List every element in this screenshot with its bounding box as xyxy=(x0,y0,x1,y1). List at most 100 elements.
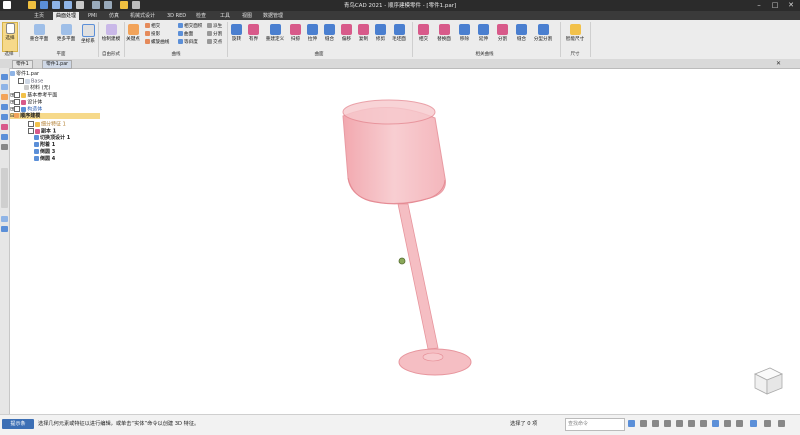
split-button[interactable]: 分割 xyxy=(494,24,511,42)
offset-button[interactable]: 偏移 xyxy=(339,24,354,42)
tree-item[interactable]: 倒圆 3 xyxy=(34,149,55,155)
tab-mechanical[interactable]: 机械式设计 xyxy=(130,12,155,20)
rotate-icon[interactable] xyxy=(688,420,695,427)
tab-data[interactable]: 数据管理 xyxy=(263,12,283,20)
tree-root-label: 零件1.par xyxy=(16,71,40,77)
blank-surface-button[interactable]: 毛坯面 xyxy=(390,24,408,42)
intersect-area-button[interactable]: 相交面积 xyxy=(178,23,202,29)
layers-icon[interactable] xyxy=(1,84,8,90)
parting-split-button[interactable]: 分型分割 xyxy=(532,24,554,42)
pen-icon[interactable] xyxy=(1,94,8,100)
sweep-button[interactable]: 扫掠 xyxy=(288,24,303,42)
tree-checkbox[interactable] xyxy=(14,106,21,112)
replace-face-button[interactable]: 替换面 xyxy=(434,24,454,42)
side-panel-tab[interactable] xyxy=(1,168,8,208)
tree-checkbox[interactable] xyxy=(14,92,21,98)
tree-checkbox[interactable] xyxy=(18,78,24,84)
surface-curve-button[interactable]: 曲面 xyxy=(178,31,193,37)
extend-button[interactable]: 延伸 xyxy=(475,24,492,42)
tree-checkbox[interactable] xyxy=(28,121,34,127)
pan-icon[interactable] xyxy=(676,420,683,427)
zoom-area-icon[interactable] xyxy=(652,420,659,427)
minimize-button[interactable]: – xyxy=(752,0,766,11)
curve-icon xyxy=(127,24,139,35)
tools-icon[interactable] xyxy=(1,124,8,130)
settings-icon[interactable] xyxy=(778,420,785,427)
prompt-bar-button[interactable]: 提示条 xyxy=(2,419,34,429)
derive-button[interactable]: 派生 xyxy=(207,23,222,29)
tree-item[interactable]: ⊞ 基本参考平面 xyxy=(10,92,57,99)
doc-close-icon[interactable]: ✕ xyxy=(776,60,781,67)
sectioning-icon[interactable] xyxy=(736,420,743,427)
wine-glass-model[interactable] xyxy=(342,99,472,376)
maximize-button[interactable]: □ xyxy=(768,0,782,11)
select-button[interactable]: 选择 xyxy=(2,22,18,52)
tab-view[interactable]: 视图 xyxy=(242,12,252,20)
tree-checkbox[interactable] xyxy=(14,99,21,105)
coordinate-system-button[interactable]: 坐标系 xyxy=(80,24,96,44)
tree-item[interactable]: 切换顶设计 1 xyxy=(34,135,70,141)
copy-feature-icon xyxy=(35,128,40,134)
bounded-button[interactable]: 有界 xyxy=(246,24,261,42)
trim-button[interactable]: 修剪 xyxy=(373,24,388,42)
named-view-icon[interactable] xyxy=(750,420,757,427)
stitch-button[interactable]: 缝合 xyxy=(322,24,337,42)
tree-item[interactable]: ⊞ 设计体 xyxy=(10,99,42,106)
smart-dimension-button[interactable]: 智能尺寸 xyxy=(564,24,586,42)
split-curve-button[interactable]: 分割 xyxy=(207,31,222,37)
model-viewport[interactable] xyxy=(10,68,800,414)
sweep-icon xyxy=(290,24,301,35)
tree-item[interactable]: 倒圆 4 xyxy=(34,156,55,162)
tab-home[interactable]: 主页 xyxy=(34,12,44,20)
tree-root[interactable]: 零件1.par xyxy=(10,71,39,77)
tree-item[interactable]: ⊞ 构造体 xyxy=(10,106,42,113)
intersect-button[interactable]: 相交 xyxy=(415,24,432,42)
point-button[interactable]: 交点 xyxy=(207,39,222,45)
tab-pmi[interactable]: PMI xyxy=(88,12,97,20)
shading-icon[interactable] xyxy=(712,420,719,427)
tab-3dred[interactable]: 3D RED xyxy=(167,12,186,20)
copy-button[interactable]: 复制 xyxy=(356,24,371,42)
revolve-button[interactable]: 旋转 xyxy=(229,24,244,42)
search-icon[interactable] xyxy=(628,420,635,427)
zoom-icon[interactable] xyxy=(640,420,647,427)
tree-item[interactable]: Base xyxy=(18,78,43,85)
tab-inspect[interactable]: 检查 xyxy=(196,12,206,20)
camera-icon[interactable] xyxy=(764,420,771,427)
isocline-button[interactable]: 等斜度 xyxy=(178,39,198,45)
find-command-input[interactable]: 查找命令 xyxy=(565,418,625,431)
freeform-button[interactable]: 绘制建模 xyxy=(100,24,122,42)
intersect-curve-button[interactable]: 相交 xyxy=(145,23,160,29)
tab-simulation[interactable]: 仿真 xyxy=(109,12,119,20)
tree-item-selected[interactable]: ⊟ 顺序建模 xyxy=(10,113,100,119)
tree-item[interactable]: 附着 1 xyxy=(34,142,55,148)
sensor-icon[interactable] xyxy=(1,134,8,140)
redefine-button[interactable]: 重建定义 xyxy=(263,24,287,42)
display-icon[interactable] xyxy=(724,420,731,427)
helix-curve-button[interactable]: 螺旋曲线 xyxy=(145,39,169,45)
tree-item[interactable]: 细分特征 1 xyxy=(28,121,66,128)
stitch-modify-button[interactable]: 缝合 xyxy=(513,24,530,42)
view-cube[interactable] xyxy=(754,367,783,395)
extrude-button[interactable]: 拉伸 xyxy=(305,24,320,42)
sweep-label: 扫掠 xyxy=(290,37,301,42)
tab-tools[interactable]: 工具 xyxy=(220,12,230,20)
pathfinder-icon[interactable] xyxy=(1,74,8,80)
tree-checkbox[interactable] xyxy=(28,128,34,134)
more-planes-button[interactable]: 更多平面 xyxy=(53,24,79,42)
tree-item[interactable]: 副本 1 xyxy=(28,128,56,135)
tree-item[interactable]: 材料 (无) xyxy=(24,85,51,91)
grid-icon[interactable] xyxy=(1,216,8,222)
keypoint-button[interactable]: 关键点 xyxy=(124,24,142,42)
library-icon[interactable] xyxy=(1,104,8,110)
view-orientation-icon[interactable] xyxy=(700,420,707,427)
tab-surfacing[interactable]: 曲面处理 xyxy=(53,12,80,20)
feature-icon[interactable] xyxy=(1,114,8,120)
coincident-plane-button[interactable]: 重合平面 xyxy=(26,24,52,42)
close-button[interactable]: ✕ xyxy=(784,0,798,11)
fit-icon[interactable] xyxy=(664,420,671,427)
project-curve-button[interactable]: 投影 xyxy=(145,31,160,37)
globe-icon[interactable] xyxy=(1,226,8,232)
remove-button[interactable]: 移除 xyxy=(456,24,473,42)
help-icon[interactable] xyxy=(1,144,8,150)
